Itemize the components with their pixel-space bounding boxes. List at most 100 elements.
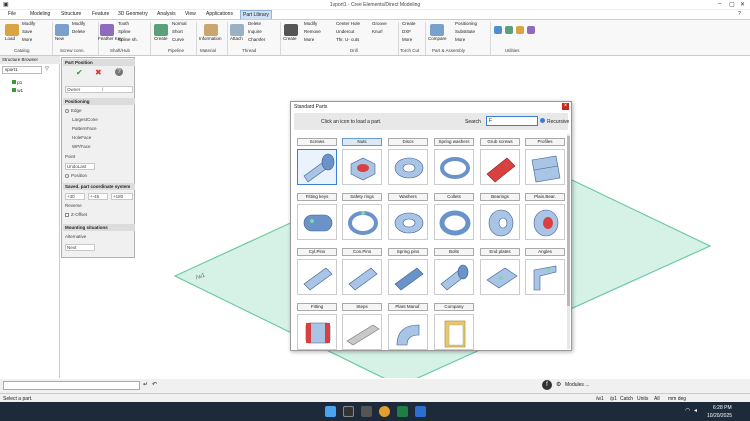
short-button[interactable]: Short bbox=[172, 29, 183, 35]
create-pipe-icon[interactable] bbox=[154, 24, 168, 36]
category-spring-pins[interactable]: Spring pins bbox=[388, 248, 428, 256]
coord-y-field[interactable]: +-45 bbox=[88, 193, 108, 200]
normal-button[interactable]: Normal bbox=[172, 21, 187, 27]
category-fitting[interactable]: Fitting bbox=[297, 303, 337, 311]
tree-item-p1[interactable]: p1 bbox=[12, 80, 22, 85]
position-option[interactable]: Position bbox=[65, 173, 87, 178]
utility-icon-1[interactable] bbox=[494, 26, 502, 34]
category-screws[interactable]: Screws bbox=[297, 138, 337, 146]
feature-icon[interactable]: f bbox=[542, 380, 552, 390]
category-fitting-keys[interactable]: Fitting keys bbox=[297, 193, 337, 201]
part-tile-grub-screws[interactable] bbox=[480, 149, 520, 185]
positioning-button[interactable]: Positioning bbox=[455, 21, 477, 27]
modify-screw-button[interactable]: Modify bbox=[72, 21, 85, 27]
category-plain-bear[interactable]: Plain.Bear. bbox=[525, 193, 565, 201]
utility-icon-3[interactable] bbox=[516, 26, 524, 34]
part-tile-cyl-pins[interactable] bbox=[297, 259, 337, 295]
inquire-button[interactable]: Inquire bbox=[248, 29, 262, 35]
category-collets[interactable]: Collets bbox=[434, 193, 474, 201]
new-screw-icon[interactable] bbox=[55, 24, 69, 36]
close-icon[interactable]: × bbox=[562, 103, 569, 110]
part-tile-spring-pins[interactable] bbox=[388, 259, 428, 295]
part-tile-nuts[interactable] bbox=[342, 149, 382, 185]
excel-icon[interactable] bbox=[397, 406, 408, 417]
alternative-button[interactable]: Alternative bbox=[65, 234, 86, 239]
dxf-button[interactable]: DXF bbox=[402, 29, 411, 35]
part-tile-plain-bear[interactable] bbox=[525, 204, 565, 240]
tab-3d-geometry[interactable]: 3D Geometry bbox=[116, 10, 150, 19]
attach-button[interactable]: Attach bbox=[230, 36, 243, 42]
information-icon[interactable] bbox=[204, 24, 218, 36]
part-tile-spring-washers[interactable] bbox=[434, 149, 474, 185]
owner-field[interactable]: Owner / bbox=[65, 86, 133, 93]
substitute-button[interactable]: Substitute bbox=[455, 29, 475, 35]
filter-icon[interactable]: ▽ bbox=[45, 66, 49, 72]
load-icon[interactable] bbox=[5, 24, 19, 36]
modules-icon[interactable]: ⚙ bbox=[556, 381, 561, 388]
create-drill-button[interactable]: Create bbox=[283, 36, 297, 42]
part-tile-fitting-keys[interactable] bbox=[297, 204, 337, 240]
part-tile-end-plates[interactable] bbox=[480, 259, 520, 295]
compare-button[interactable]: Compare bbox=[428, 36, 447, 42]
help-icon[interactable]: ? bbox=[738, 11, 741, 17]
load-button[interactable]: Load bbox=[5, 36, 15, 42]
knurl-button[interactable]: Knurl bbox=[372, 29, 383, 35]
undercut-button[interactable]: Undercut bbox=[336, 29, 354, 35]
next-button[interactable]: Next bbox=[65, 244, 95, 251]
new-button[interactable]: New bbox=[55, 36, 64, 42]
recursive-radio-icon[interactable] bbox=[540, 118, 545, 123]
part-tile-plant-manuf[interactable] bbox=[388, 314, 428, 350]
spline-sh-button[interactable]: Spline sh. bbox=[118, 37, 138, 43]
information-button[interactable]: Information bbox=[199, 36, 222, 42]
part-tile-screws[interactable] bbox=[297, 149, 337, 185]
category-con-pins[interactable]: Con.Pins bbox=[342, 248, 382, 256]
more-drill-button[interactable]: More bbox=[304, 37, 314, 43]
tab-applications[interactable]: Applications bbox=[204, 10, 235, 19]
spline-button[interactable]: Spline bbox=[118, 29, 131, 35]
delete-screw-button[interactable]: Delete bbox=[72, 29, 85, 35]
remove-drill-button[interactable]: Remove bbox=[304, 29, 321, 35]
thr-u-cuts-button[interactable]: Thr. U- cuts bbox=[336, 37, 359, 43]
chrome-icon[interactable] bbox=[379, 406, 390, 417]
volume-icon[interactable]: ◂ bbox=[694, 407, 697, 414]
curve-button[interactable]: Curve bbox=[172, 37, 184, 43]
tab-analysis[interactable]: Analysis bbox=[155, 10, 178, 19]
maximize-button[interactable]: ▢ bbox=[729, 1, 735, 8]
category-steps[interactable]: Steps bbox=[342, 303, 382, 311]
create-drill-icon[interactable] bbox=[284, 24, 298, 36]
save-button[interactable]: Save bbox=[22, 29, 32, 35]
ok-icon[interactable]: ✔ bbox=[76, 68, 83, 77]
category-spring-washers[interactable]: Spring washers bbox=[434, 138, 474, 146]
part-tile-steps[interactable] bbox=[342, 314, 382, 350]
clock-time[interactable]: 6:28 PM bbox=[713, 405, 732, 411]
help-icon[interactable]: ? bbox=[115, 68, 123, 76]
coord-x-field[interactable]: +30 bbox=[65, 193, 85, 200]
feather-key-icon[interactable] bbox=[100, 24, 114, 36]
category-grub-screws[interactable]: Grub screws bbox=[480, 138, 520, 146]
tab-part-library[interactable]: Part Library bbox=[240, 10, 272, 19]
groove-button[interactable]: Groove bbox=[372, 21, 387, 27]
part-tile-con-pins[interactable] bbox=[342, 259, 382, 295]
category-cyl-pins[interactable]: Cyl.Pins bbox=[297, 248, 337, 256]
create-torch-button[interactable]: Create bbox=[402, 21, 416, 27]
part-tile-angles[interactable] bbox=[525, 259, 565, 295]
category-discs[interactable]: Discs bbox=[388, 138, 428, 146]
tab-structure[interactable]: Structure bbox=[59, 10, 83, 19]
search-icon[interactable] bbox=[343, 406, 354, 417]
cancel-icon[interactable]: ✖ bbox=[95, 68, 102, 77]
category-profiles[interactable]: Profiles bbox=[525, 138, 565, 146]
modify-button[interactable]: Modify bbox=[22, 21, 35, 27]
scrollbar[interactable] bbox=[567, 134, 570, 349]
vport-select[interactable]: vport1 bbox=[2, 66, 42, 74]
tooth-button[interactable]: Tooth bbox=[118, 21, 129, 27]
category-bearings[interactable]: Bearings bbox=[480, 193, 520, 201]
utility-icon-4[interactable] bbox=[527, 26, 535, 34]
modules-button[interactable]: Modules ... bbox=[565, 382, 589, 388]
scrollbar-thumb[interactable] bbox=[567, 136, 570, 306]
category-end-plates[interactable]: End plates bbox=[480, 248, 520, 256]
part-tile-bolts[interactable] bbox=[434, 259, 474, 295]
more-button[interactable]: More bbox=[22, 37, 32, 43]
category-angles[interactable]: Angles bbox=[525, 248, 565, 256]
option-edge[interactable]: Edge bbox=[65, 108, 82, 113]
wifi-icon[interactable]: ◠ bbox=[685, 407, 690, 414]
